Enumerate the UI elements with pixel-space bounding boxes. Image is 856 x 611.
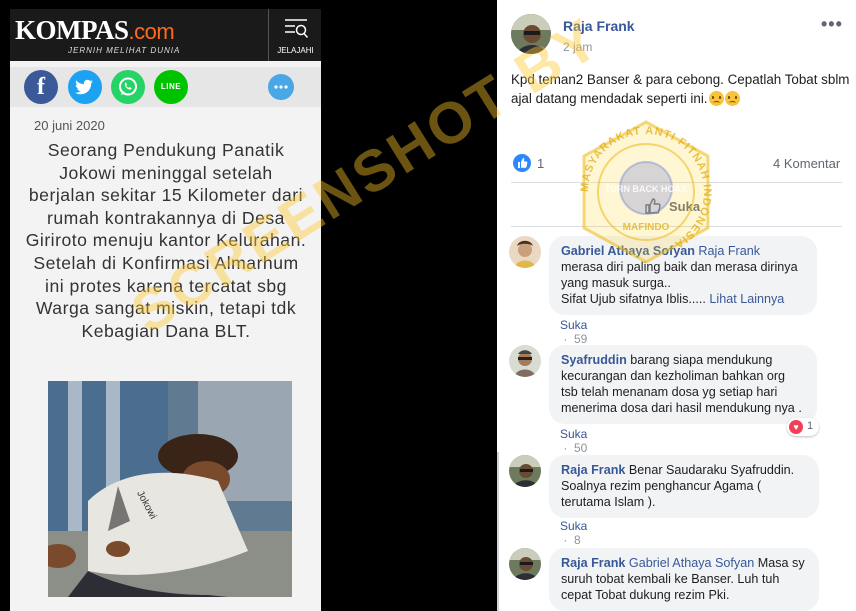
comment-bubble: Gabriel Athaya Sofyan Raja Frank merasa … xyxy=(549,236,817,315)
jelajahi-menu-button[interactable]: JELAJAHI xyxy=(268,9,321,61)
author-avatar[interactable] xyxy=(511,14,551,54)
share-bar: f LINE xyxy=(10,67,321,107)
twitter-share-icon[interactable] xyxy=(68,70,102,104)
divider xyxy=(511,182,842,183)
commenter-name[interactable]: Raja Frank xyxy=(561,463,625,477)
divider xyxy=(511,226,842,227)
comment-count[interactable]: 4 Komentar xyxy=(773,156,840,171)
reply-thread-line xyxy=(497,452,499,611)
like-count: 1 xyxy=(537,156,545,171)
menu-search-icon xyxy=(285,19,309,38)
post-timestamp[interactable]: 2 jam xyxy=(563,40,592,54)
like-button-label: Suka xyxy=(669,199,701,214)
sad-face-emoji-icon xyxy=(724,90,740,106)
comment-bubble: Raja Frank Gabriel Athaya Sofyan Masa sy… xyxy=(549,548,819,611)
comment-reaction-badge[interactable]: ♥ 1 xyxy=(787,418,819,436)
left-black-panel: KOMPAS.com JERNIH MELIHAT DUNIA JELAJAHI… xyxy=(0,0,333,611)
comment-bubble: Raja Frank Benar Saudaraku Syafruddin. S… xyxy=(549,455,819,518)
commenter-avatar[interactable] xyxy=(509,548,541,580)
more-options-icon[interactable]: ••• xyxy=(821,14,843,35)
commenter-avatar[interactable] xyxy=(509,236,541,268)
comment-bubble-icon[interactable] xyxy=(268,74,294,100)
comment-like-link[interactable]: Suka xyxy=(560,519,587,533)
reaction-count: 1 xyxy=(807,420,814,432)
mention-link[interactable]: Gabriel Athaya Sofyan xyxy=(629,556,754,570)
comment-text: merasa diri paling baik dan merasa dirin… xyxy=(561,260,798,290)
commenter-avatar[interactable] xyxy=(509,345,541,377)
comment-bubble: Syafruddin barang siapa mendukung kecura… xyxy=(549,345,817,424)
article-body-text: Seorang Pendukung Panatik Jokowi meningg… xyxy=(25,140,307,341)
article-date: 20 juni 2020 xyxy=(34,118,105,133)
commenter-name[interactable]: Gabriel Athaya Sofyan xyxy=(561,244,695,258)
comment-like-link[interactable]: Suka xyxy=(560,318,587,332)
post-text: Kpd teman2 Banser & para cebong. Cepatla… xyxy=(511,71,851,108)
see-more-link[interactable]: Lihat Lainnya xyxy=(709,292,784,306)
thumbs-up-icon xyxy=(645,198,661,214)
commenter-avatar[interactable] xyxy=(509,455,541,487)
like-reaction-icon xyxy=(513,154,531,172)
comment-text-line2: Sifat Ujub sifatnya Iblis..... xyxy=(561,292,706,306)
sad-face-emoji-icon xyxy=(708,90,724,106)
article-photo: Jokowi xyxy=(48,381,292,597)
kompas-logo[interactable]: KOMPAS.com xyxy=(15,15,175,46)
love-reaction-icon: ♥ xyxy=(789,420,803,434)
comment-like-link[interactable]: Suka xyxy=(560,427,587,441)
whatsapp-share-icon[interactable] xyxy=(111,70,145,104)
commenter-name[interactable]: Raja Frank xyxy=(561,556,625,570)
facebook-post: Raja Frank 2 jam ••• Kpd teman2 Banser &… xyxy=(497,0,856,611)
kompas-header: KOMPAS.com JERNIH MELIHAT DUNIA JELAJAHI xyxy=(10,9,321,61)
facebook-share-icon[interactable]: f xyxy=(24,70,58,104)
kompas-screenshot: KOMPAS.com JERNIH MELIHAT DUNIA JELAJAHI… xyxy=(10,9,321,611)
kompas-logo-suffix: .com xyxy=(128,19,175,44)
photo-illustration xyxy=(48,381,292,597)
kompas-logo-text: KOMPAS xyxy=(15,15,129,45)
kompas-tagline: JERNIH MELIHAT DUNIA xyxy=(68,46,181,55)
jelajahi-label: JELAJAHI xyxy=(277,46,314,55)
line-share-icon[interactable]: LINE xyxy=(154,70,188,104)
commenter-name[interactable]: Syafruddin xyxy=(561,353,627,367)
post-author-name[interactable]: Raja Frank xyxy=(563,18,635,34)
post-text-body: Kpd teman2 Banser & para cebong. Cepatla… xyxy=(511,72,850,106)
mention-link[interactable]: Raja Frank xyxy=(698,244,760,258)
